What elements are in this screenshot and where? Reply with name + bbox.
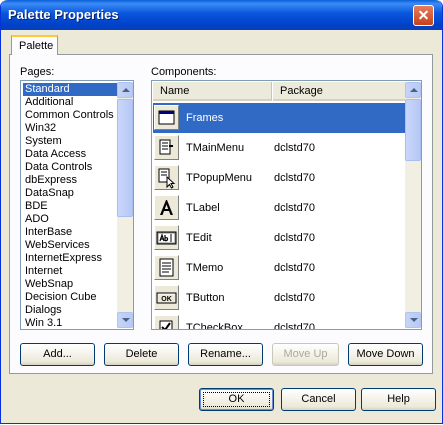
add-button-label: Add... bbox=[43, 348, 72, 360]
pages-list-item[interactable]: DataSnap bbox=[23, 187, 118, 200]
components-label: Components: bbox=[151, 66, 217, 78]
scroll-down-button[interactable] bbox=[117, 312, 133, 328]
component-row[interactable]: TMemo dclstd70 bbox=[153, 253, 405, 283]
help-button[interactable]: Help bbox=[361, 388, 436, 411]
component-package: dclstd70 bbox=[274, 202, 315, 214]
pages-list-item[interactable]: WebServices bbox=[23, 239, 118, 252]
close-button[interactable] bbox=[413, 5, 434, 26]
pages-list-item[interactable]: Win 3.1 bbox=[23, 317, 118, 329]
component-package: dclstd70 bbox=[274, 322, 315, 330]
pages-list-item[interactable]: System bbox=[23, 135, 118, 148]
component-name: TEdit bbox=[186, 232, 212, 244]
component-package: dclstd70 bbox=[274, 262, 315, 274]
button-icon: OK bbox=[154, 285, 179, 310]
move-down-button-label: Move Down bbox=[356, 348, 415, 360]
component-package: dclstd70 bbox=[274, 142, 315, 154]
add-button[interactable]: Add... bbox=[20, 343, 95, 366]
component-package: dclstd70 bbox=[274, 292, 315, 304]
component-name: TMainMenu bbox=[186, 142, 245, 154]
pages-list-item[interactable]: WebSnap bbox=[23, 278, 118, 291]
tab-palette-label: Palette bbox=[19, 40, 54, 52]
pages-list-item[interactable]: Common Controls bbox=[23, 109, 118, 122]
cancel-button-label: Cancel bbox=[301, 393, 336, 405]
component-name: Frames bbox=[186, 112, 224, 124]
component-row[interactable]: TMainMenu dclstd70 bbox=[153, 133, 405, 163]
pages-list-item[interactable]: InterBase bbox=[23, 226, 118, 239]
checkbox-icon bbox=[154, 315, 179, 329]
pages-label: Pages: bbox=[20, 66, 55, 78]
column-header-package-label: Package bbox=[280, 85, 323, 97]
cancel-button[interactable]: Cancel bbox=[281, 388, 356, 411]
pages-list-item[interactable]: Dialogs bbox=[23, 304, 118, 317]
main-menu-icon bbox=[154, 135, 179, 160]
scroll-thumb[interactable] bbox=[405, 99, 421, 161]
pages-list-item[interactable]: ADO bbox=[23, 213, 118, 226]
scroll-thumb[interactable] bbox=[117, 99, 133, 217]
svg-text:OK: OK bbox=[161, 296, 172, 303]
popup-menu-icon bbox=[154, 165, 179, 190]
window-title: Palette Properties bbox=[8, 7, 119, 22]
label-icon bbox=[154, 195, 179, 220]
pages-list-item[interactable]: dbExpress bbox=[23, 174, 118, 187]
component-package: dclstd70 bbox=[274, 232, 315, 244]
move-up-button-label: Move Up bbox=[283, 348, 328, 360]
rename-button[interactable]: Rename... bbox=[188, 343, 263, 366]
scroll-up-button[interactable] bbox=[405, 82, 421, 98]
ok-button[interactable]: OK bbox=[199, 388, 274, 411]
pages-list-item[interactable]: Data Access bbox=[23, 148, 118, 161]
component-name: TMemo bbox=[186, 262, 224, 274]
column-header-name[interactable]: Name bbox=[153, 82, 272, 101]
column-header-name-label: Name bbox=[160, 85, 190, 97]
pages-list-item[interactable]: Data Controls bbox=[23, 161, 118, 174]
pages-list-item[interactable]: Internet bbox=[23, 265, 118, 278]
scroll-down-button[interactable] bbox=[405, 312, 421, 328]
pages-scrollbar[interactable] bbox=[117, 82, 133, 328]
help-button-label: Help bbox=[387, 393, 410, 405]
component-row[interactable]: TCheckBox dclstd70 bbox=[153, 313, 405, 330]
component-row[interactable]: TLabel dclstd70 bbox=[153, 193, 405, 223]
component-name: TLabel bbox=[186, 202, 220, 214]
dialog-window: Palette Properties Palette Pages: Compon… bbox=[0, 0, 443, 424]
rename-button-label: Rename... bbox=[200, 348, 251, 360]
components-list[interactable]: Name Package Frames TMainMenu dclstd70 T… bbox=[151, 80, 422, 330]
pages-list-item[interactable]: BDE bbox=[23, 200, 118, 213]
move-up-button[interactable]: Move Up bbox=[272, 343, 339, 366]
pages-list[interactable]: Standard Additional Common Controls Win3… bbox=[20, 80, 134, 330]
memo-icon bbox=[154, 255, 179, 280]
component-row[interactable]: TEdit dclstd70 bbox=[153, 223, 405, 253]
scroll-up-button[interactable] bbox=[117, 82, 133, 98]
pages-list-item[interactable]: Additional bbox=[23, 96, 118, 109]
delete-button[interactable]: Delete bbox=[104, 343, 179, 366]
component-package: dclstd70 bbox=[274, 172, 315, 184]
component-name: TButton bbox=[186, 292, 225, 304]
pages-list-item[interactable]: InternetExpress bbox=[23, 252, 118, 265]
pages-list-item[interactable]: Win32 bbox=[23, 122, 118, 135]
component-row[interactable]: Frames bbox=[153, 103, 405, 133]
edit-icon bbox=[154, 225, 179, 250]
pages-list-item[interactable]: Standard bbox=[23, 83, 118, 96]
component-name: TCheckBox bbox=[186, 322, 243, 330]
delete-button-label: Delete bbox=[125, 348, 158, 360]
pages-list-item[interactable]: Decision Cube bbox=[23, 291, 118, 304]
frames-icon bbox=[154, 105, 179, 130]
component-row[interactable]: OK TButton dclstd70 bbox=[153, 283, 405, 313]
components-scrollbar[interactable] bbox=[405, 82, 421, 328]
ok-focus-rect bbox=[203, 392, 270, 407]
component-name: TPopupMenu bbox=[186, 172, 253, 184]
title-bar[interactable]: Palette Properties bbox=[1, 0, 442, 30]
component-row[interactable]: TPopupMenu dclstd70 bbox=[153, 163, 405, 193]
column-header-package[interactable]: Package bbox=[273, 82, 405, 101]
tab-palette[interactable]: Palette bbox=[11, 35, 58, 55]
move-down-button[interactable]: Move Down bbox=[348, 343, 423, 366]
